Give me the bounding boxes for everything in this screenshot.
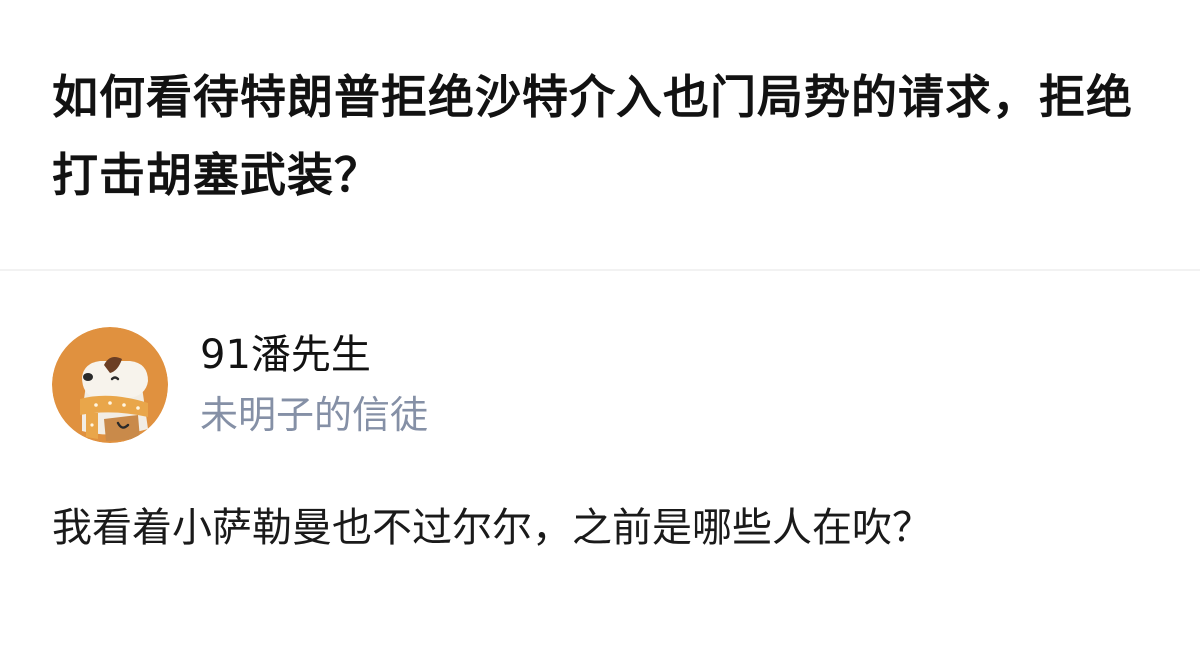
- author-meta: 91潘先生 未明子的信徒: [200, 329, 428, 441]
- avatar[interactable]: [52, 327, 168, 443]
- dog-avatar-icon: [52, 327, 168, 443]
- author-name[interactable]: 91潘先生: [200, 329, 428, 381]
- author-headline: 未明子的信徒: [200, 393, 429, 437]
- answer-page: 如何看待特朗普拒绝沙特介入也门局势的请求，拒绝打击胡塞武装？ 91潘先生 未明子…: [0, 0, 1200, 670]
- divider: [0, 269, 1200, 271]
- question-title[interactable]: 如何看待特朗普拒绝沙特介入也门局势的请求，拒绝打击胡塞武装？: [52, 58, 1162, 214]
- answer-content: 我看着小萨勒曼也不过尔尔，之前是哪些人在吹？: [52, 505, 932, 551]
- author-info: 91潘先生 未明子的信徒: [52, 326, 428, 444]
